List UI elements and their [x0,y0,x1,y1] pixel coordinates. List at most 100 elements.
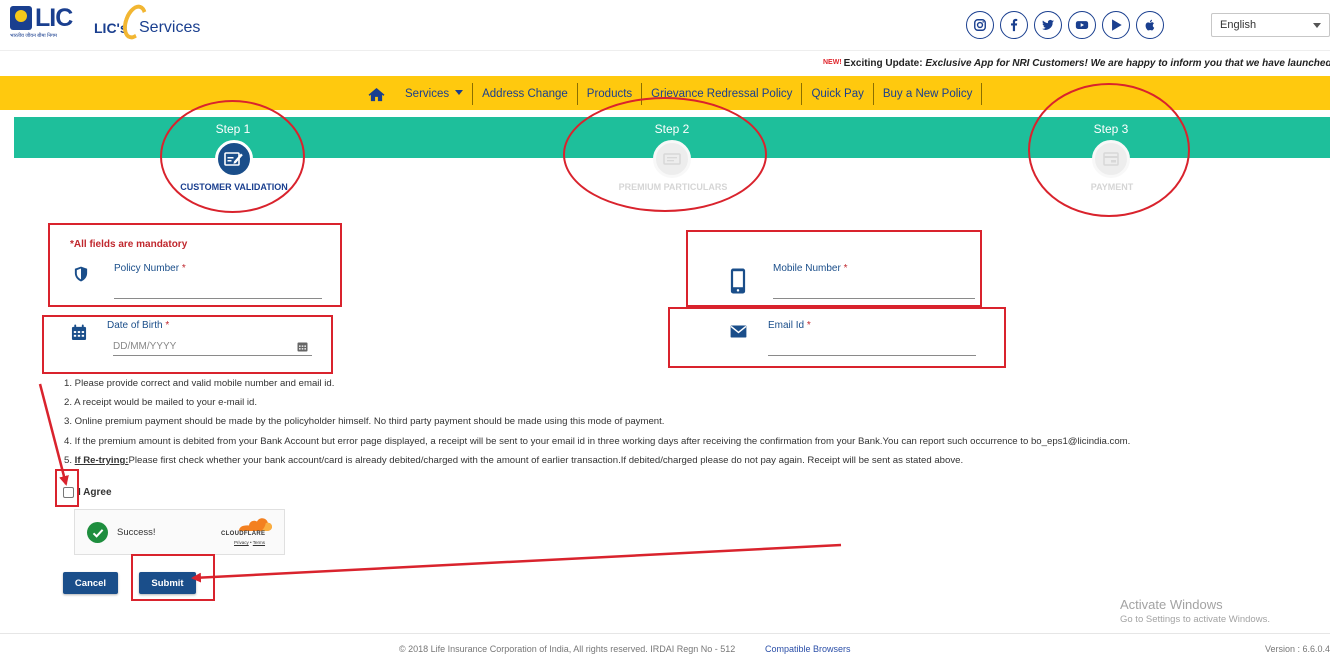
success-check-icon [87,522,108,543]
nav-item-grievance-redressal-policy[interactable]: Grievance Redressal Policy [642,83,803,105]
privacy-link[interactable]: Privacy [234,540,249,545]
step-1-title: Step 1 [215,122,251,136]
lic-emblem-icon [10,6,32,30]
retry-label: If Re-trying: [74,454,129,466]
email-id-input[interactable] [768,337,976,356]
step-3-circle [1092,140,1130,178]
cloudflare-logo: CLOUDFLARE Privacy • Terms [221,518,277,548]
cloudflare-links: Privacy • Terms [234,540,265,545]
annotation-arrow-to-checkbox [38,383,69,486]
email-id-label-text: Email Id [768,320,805,331]
instruction-item: 1. Please provide correct and valid mobi… [64,378,335,389]
date-of-birth-input[interactable] [113,337,312,356]
version-text: Version : 6.6.0.4 [1264,644,1330,654]
payment-icon [1103,152,1119,166]
envelope-icon [729,324,747,338]
mobile-number-label: Mobile Number * [773,263,848,274]
date-of-birth-label: Date of Birth * [107,320,169,331]
instruction-item: 3. Online premium payment should be made… [64,416,665,428]
agree-label: I Agree [78,486,112,498]
social-links [966,11,1164,39]
mobile-number-input[interactable] [773,280,975,299]
instruction-item: 2. A receipt would be mailed to your e-m… [64,397,258,409]
home-icon[interactable] [366,85,386,103]
captcha-status: Success! [117,527,156,538]
step-3-label: PAYMENT [1090,182,1134,192]
submit-button[interactable]: Submit [139,572,196,594]
required-mark: * [806,320,811,331]
date-picker-icon[interactable] [297,339,308,352]
mandatory-note: *All fields are mandatory [70,239,188,250]
date-of-birth-label-text: Date of Birth [107,320,163,331]
validation-form-icon [224,152,243,166]
email-id-label: Email Id * [768,320,811,331]
nav-item-quick-pay[interactable]: Quick Pay [802,83,874,105]
step-3-title: Step 3 [1093,122,1129,136]
retry-text: Please first check whether your bank acc… [128,454,964,466]
ticker-italic-text: Exclusive App for NRI Customers! We are … [925,58,1330,69]
ticker-text[interactable]: NEW! Exciting Update: Exclusive App for N… [823,58,1330,69]
new-badge: NEW! [823,59,842,66]
retry-prefix: 5. [64,454,75,466]
instructions-list: 1. Please provide correct and valid mobi… [64,377,1304,473]
nav-item-address-change[interactable]: Address Change [473,83,578,105]
captcha-widget[interactable]: Success! CLOUDFLARE Privacy • Terms [74,509,285,555]
apple-icon[interactable] [1136,11,1164,39]
compatible-browsers-link[interactable]: Compatible Browsers [765,644,851,654]
lic-logo-text: LIC [35,4,73,32]
nav-list: Services Address Change Products Grievan… [366,82,983,106]
cloudflare-cloud-icon [239,518,272,531]
nav-item-buy-new-policy[interactable]: Buy a New Policy [874,83,983,105]
calendar-icon [70,323,87,341]
step-2-title: Step 2 [654,122,690,136]
youtube-icon[interactable] [1068,11,1096,39]
mobile-phone-icon [729,266,747,296]
policy-number-label-text: Policy Number [114,263,180,274]
premium-particulars-icon [663,153,681,165]
chevron-down-icon [1313,23,1321,28]
instruction-item-retry: 5. If Re-trying:Please first check wheth… [64,454,1304,473]
nav-item-services-label: Services [405,88,450,100]
step-1-label: CUSTOMER VALIDATION [180,182,288,192]
lic-logo-subtext: भारतीय जीवन बीमा निगम [10,33,57,39]
cloudflare-brand-text: CLOUDFLARE [221,531,266,537]
mobile-number-label-text: Mobile Number [773,263,841,274]
required-mark: * [165,320,170,331]
agree-checkbox[interactable] [63,486,74,498]
step-2-circle [653,140,691,178]
agree-row: I Agree [63,485,112,499]
required-mark: * [181,263,186,274]
facebook-icon[interactable] [1000,11,1028,39]
nav-item-services[interactable]: Services [396,83,474,105]
terms-link[interactable]: Terms [253,540,265,545]
annotation-arrow-to-submit [191,543,842,583]
cancel-button[interactable]: Cancel [63,572,118,594]
step-1-circle [215,140,253,178]
step-2-label: PREMIUM PARTICULARS [618,182,728,192]
play-store-icon[interactable] [1102,11,1130,39]
instagram-icon[interactable] [966,11,994,39]
ticker-bold-text: Exciting Update: [843,58,923,69]
footer: © 2018 Life Insurance Corporation of Ind… [0,633,1330,658]
required-mark: * [843,263,848,274]
nav-item-products[interactable]: Products [578,83,643,105]
language-selected-value: English [1220,19,1257,31]
copyright-text: © 2018 Life Insurance Corporation of Ind… [399,644,736,654]
watermark-title: Activate Windows [1120,597,1223,612]
header: LIC भारतीय जीवन बीमा निगम LIC's Services… [0,0,1330,50]
policy-number-label: Policy Number * [114,263,186,274]
windows-activation-watermark: Activate Windows Go to Settings to activ… [1120,597,1270,625]
news-ticker: NEW! Exciting Update: Exclusive App for N… [0,50,1330,76]
watermark-subtitle: Go to Settings to activate Windows. [1120,614,1270,625]
eservices-text: Services [139,19,201,36]
instruction-item: 4. If the premium amount is debited from… [64,435,1131,447]
main-navbar: Services Address Change Products Grievan… [0,76,1330,110]
lic-logo[interactable]: LIC भारतीय जीवन बीमा निगम [10,4,83,42]
eservices-logo[interactable]: LIC's Services [94,1,209,46]
shield-icon [73,265,89,283]
policy-number-input[interactable] [114,280,322,299]
caret-down-icon [455,90,464,95]
language-select[interactable]: English [1211,13,1330,37]
twitter-icon[interactable] [1034,11,1062,39]
links-separator: • [250,540,252,545]
